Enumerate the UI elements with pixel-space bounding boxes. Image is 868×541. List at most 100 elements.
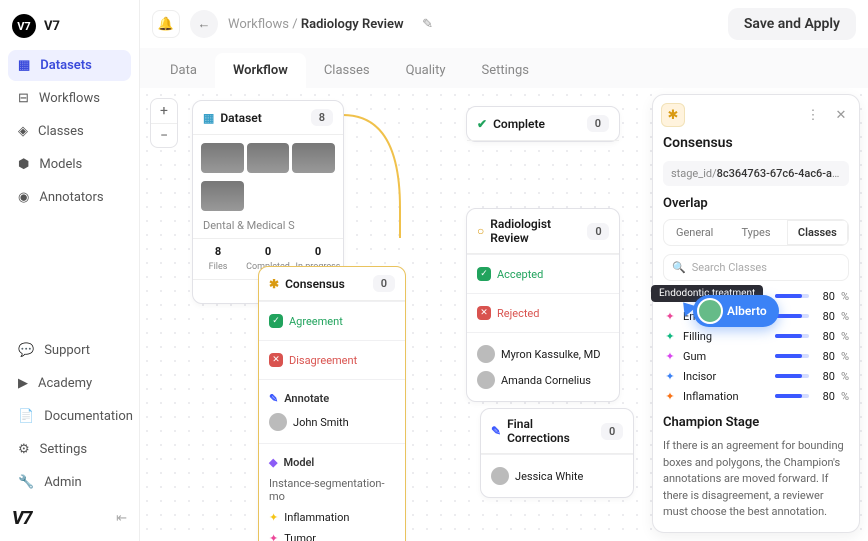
tab-classes[interactable]: Classes — [306, 53, 388, 88]
nav-label: Classes — [38, 124, 84, 139]
class-icon: ✦ — [663, 349, 677, 363]
wrench-icon: 🔧 — [18, 475, 34, 490]
nav-datasets[interactable]: ▦Datasets — [8, 50, 131, 81]
nav-support[interactable]: 💬Support — [8, 335, 131, 366]
tab-settings[interactable]: Settings — [463, 53, 546, 88]
play-icon: ▶ — [18, 376, 28, 391]
panel-tab-types[interactable]: Types — [725, 220, 786, 245]
save-apply-button[interactable]: Save and Apply — [728, 8, 856, 40]
avatar — [269, 413, 287, 431]
nav-label: Datasets — [40, 58, 92, 73]
accepted-label: Accepted — [497, 268, 543, 281]
overlap-label: Overlap — [653, 196, 859, 219]
nav-models[interactable]: ⬢ Models — [8, 149, 131, 180]
tab-quality[interactable]: Quality — [388, 53, 464, 88]
overlap-slider[interactable] — [775, 394, 809, 398]
check-icon: ✓ — [269, 314, 283, 328]
champion-description: If there is an agreement for bounding bo… — [653, 438, 859, 531]
node-review[interactable]: ○Radiologist Review0 ✓Accepted ✕Rejected… — [466, 208, 620, 402]
nav-annotators[interactable]: ◉Annotators — [8, 182, 131, 213]
x-icon: ✕ — [477, 306, 491, 320]
node-title: Radiologist Review — [490, 217, 581, 245]
chat-icon: 💬 — [18, 343, 34, 358]
pencil-icon: ✎ — [491, 424, 501, 438]
panel-tab-classes[interactable]: Classes — [787, 220, 848, 245]
class-row[interactable]: ✦Inflamation80% — [663, 389, 849, 403]
cube-icon: ⬢ — [18, 157, 29, 172]
nav-label: Models — [39, 157, 82, 172]
check-icon: ✓ — [477, 267, 491, 281]
zoom-in-button[interactable]: + — [151, 99, 177, 123]
champion-heading: Champion Stage — [653, 403, 859, 438]
reviewer-name: Amanda Cornelius — [501, 374, 591, 387]
cursor-name: Alberto — [727, 304, 767, 318]
edit-title-icon[interactable]: ✎ — [418, 14, 438, 34]
search-placeholder: Search Classes — [692, 261, 767, 274]
dataset-thumbnails — [193, 181, 343, 219]
tab-data[interactable]: Data — [152, 53, 215, 88]
node-consensus[interactable]: ✱ Consensus 0 ✓ Agreement ✕ Disagreement ✎ An… — [258, 266, 406, 541]
node-complete[interactable]: ✔Complete0 — [466, 106, 620, 142]
node-final[interactable]: ✎Final Corrections0 Jessica White — [480, 408, 634, 498]
model-name: Instance-segmentation-mo — [269, 477, 395, 503]
overlap-slider[interactable] — [775, 354, 809, 358]
node-title: Consensus — [285, 277, 345, 291]
nav-classes[interactable]: ◈ Classes — [8, 116, 131, 147]
breadcrumb: Workflows / Radiology Review — [228, 17, 404, 32]
class-row[interactable]: ✦Filling80% — [663, 329, 849, 343]
collaborator-cursor: Alberto — [693, 295, 779, 327]
node-count: 8 — [311, 109, 333, 126]
nav-settings[interactable]: ⚙Settings — [8, 434, 131, 465]
dataset-name: Dental & Medical S — [193, 219, 343, 238]
node-title: Final Corrections — [507, 417, 595, 445]
tag-icon: ◈ — [18, 124, 28, 139]
overlap-slider[interactable] — [775, 294, 809, 298]
panel-menu-icon[interactable]: ⋮ — [803, 105, 823, 125]
tag: Inflammation — [284, 511, 349, 524]
x-icon: ✕ — [269, 353, 283, 367]
properties-panel: ✱ ⋮ ✕ Consensus stage_id/8c364763-67c6-4… — [652, 94, 860, 533]
overlap-slider[interactable] — [775, 334, 809, 338]
footer-logo: V7 — [12, 508, 32, 529]
panel-close-icon[interactable]: ✕ — [831, 105, 851, 125]
breadcrumb-root[interactable]: Workflows — [228, 17, 289, 32]
content-tabs: Data Workflow Classes Quality Settings — [140, 48, 868, 88]
overlap-slider[interactable] — [775, 374, 809, 378]
gear-icon: ⚙ — [18, 442, 30, 457]
zoom-out-button[interactable]: − — [151, 123, 177, 147]
zoom-control: + − — [150, 98, 178, 148]
disagreement-label: Disagreement — [289, 354, 357, 367]
dataset-icon: ▦ — [203, 111, 214, 125]
class-row[interactable]: ✦Incisor80% — [663, 369, 849, 383]
class-row[interactable]: ✦Gum80% — [663, 349, 849, 363]
search-icon: 🔍 — [672, 261, 686, 274]
panel-tab-general[interactable]: General — [664, 220, 725, 245]
back-button[interactable]: ← — [190, 10, 218, 38]
pencil-icon: ✎ — [269, 392, 278, 405]
search-classes-input[interactable]: 🔍 Search Classes — [663, 254, 849, 281]
panel-tabs: General Types Classes — [663, 219, 849, 246]
breadcrumb-current: Radiology Review — [301, 17, 404, 32]
class-icon: ✦ — [663, 389, 677, 403]
sparkle-icon: ✦ — [269, 532, 278, 541]
overlap-slider[interactable] — [775, 314, 809, 318]
avatar — [477, 371, 495, 389]
tag: Tumor — [284, 532, 316, 541]
nav-academy[interactable]: ▶Academy — [8, 368, 131, 399]
tab-workflow[interactable]: Workflow — [215, 53, 306, 88]
nav-workflows[interactable]: ⊟Workflows — [8, 83, 131, 114]
avatar — [477, 345, 495, 363]
consensus-icon: ✱ — [269, 277, 279, 291]
agreement-label: Agreement — [289, 315, 343, 328]
reviewer-name: Myron Kassulke, MD — [501, 348, 601, 361]
collapse-sidebar-icon[interactable]: ⇤ — [116, 511, 127, 526]
nav-documentation[interactable]: 📄Documentation — [8, 401, 131, 432]
rejected-label: Rejected — [497, 307, 539, 320]
nav-admin[interactable]: 🔧Admin — [8, 467, 131, 498]
annotate-label: Annotate — [284, 392, 329, 405]
workflow-canvas[interactable]: + − ▦Dataset8 Dental & Medical S 8Files … — [140, 88, 868, 541]
brand-logo: V7 — [12, 14, 36, 38]
stage-id[interactable]: stage_id/8c364763-67c6-4ac6-a53... — [663, 161, 849, 186]
node-count: 0 — [373, 275, 395, 292]
notifications-icon[interactable]: 🔔 — [152, 10, 180, 38]
